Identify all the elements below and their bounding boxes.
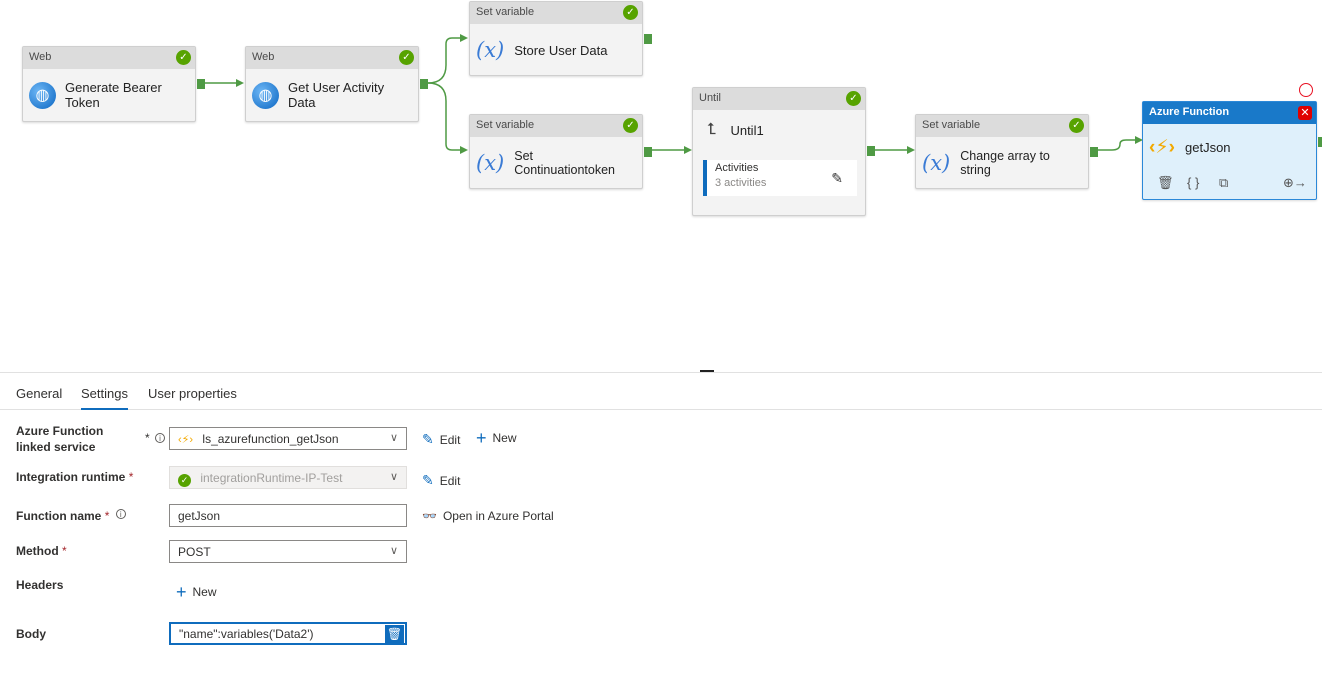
- activity-name: Store User Data: [514, 42, 608, 58]
- integration-runtime-dropdown: ✓ integrationRuntime-IP-Test ∨: [169, 466, 407, 489]
- failure-x-icon: ✕: [1298, 106, 1312, 120]
- success-check-icon: ✓: [846, 91, 861, 106]
- web-globe-icon: ◍: [29, 81, 56, 109]
- method-dropdown[interactable]: POST ∨: [169, 540, 407, 563]
- runtime-status-icon: ✓: [178, 474, 191, 487]
- azure-function-bolt-icon: ‹⚡›: [1149, 136, 1175, 158]
- body-label: Body: [16, 627, 46, 641]
- activities-label: Activities: [715, 162, 759, 174]
- delete-icon[interactable]: 🗑: [1157, 175, 1174, 191]
- linked-service-new-button[interactable]: + New: [476, 428, 517, 449]
- tab-general[interactable]: General: [16, 386, 62, 410]
- loop-icon: ⮤: [707, 121, 717, 138]
- activity-type-label: Set variable: [476, 119, 535, 131]
- activity-name: Get User Activity Data: [288, 80, 385, 110]
- integration-runtime-value: integrationRuntime-IP-Test: [200, 471, 343, 485]
- pipeline-canvas[interactable]: Web ✓ ◍ Generate Bearer Token Web ✓ ◍ Ge…: [0, 0, 1322, 372]
- activities-count: 3 activities: [715, 177, 767, 189]
- plus-icon: +: [476, 428, 487, 448]
- success-check-icon: ✓: [1069, 118, 1084, 133]
- activity-type-label: Web: [252, 51, 275, 63]
- headers-new-button[interactable]: + New: [176, 582, 217, 603]
- linked-service-value: ls_azurefunction_getJson: [202, 432, 339, 446]
- tab-user-properties[interactable]: User properties: [148, 386, 237, 410]
- tab-settings[interactable]: Settings: [81, 386, 128, 410]
- output-port[interactable]: [1318, 137, 1322, 147]
- linked-service-dropdown[interactable]: ‹⚡› ls_azurefunction_getJson ∨: [169, 427, 407, 450]
- output-port[interactable]: [1090, 147, 1098, 157]
- error-indicator-ring: [1299, 83, 1313, 97]
- output-port[interactable]: [644, 147, 652, 157]
- activity-azure-function-getjson[interactable]: Azure Function ✕ ‹⚡› getJson 🗑 { } ⧉ ⊕→: [1142, 101, 1322, 200]
- required-marker: *: [145, 431, 150, 445]
- output-port[interactable]: [197, 79, 205, 89]
- pipeline-connectors: [204, 34, 1143, 154]
- activity-setvar-change-array-to-string[interactable]: Set variable ✓ (𝑥) Change array to strin…: [915, 114, 1098, 189]
- output-port[interactable]: [420, 79, 428, 89]
- function-name-label: Function name * i: [16, 508, 126, 524]
- activity-type-label: Web: [29, 51, 52, 63]
- web-globe-icon: ◍: [252, 81, 279, 109]
- success-check-icon: ✓: [399, 50, 414, 65]
- variable-fx-icon: (𝑥): [476, 38, 505, 62]
- integration-runtime-edit-button[interactable]: ✎ Edit: [422, 472, 460, 489]
- activity-until[interactable]: Until ✓ ⮤ Until1 Activities 3 activities…: [692, 87, 875, 216]
- variable-fx-icon: (𝑥): [476, 151, 505, 175]
- output-port[interactable]: [867, 146, 875, 156]
- method-label: Method *: [16, 544, 67, 558]
- function-name-input[interactable]: getJson: [169, 504, 407, 527]
- copy-icon[interactable]: ⧉: [1219, 175, 1228, 191]
- linked-service-icon: ‹⚡›: [178, 434, 194, 446]
- linked-service-edit-button[interactable]: ✎ Edit: [422, 431, 460, 448]
- until-activities-box[interactable]: Activities 3 activities ✎: [703, 160, 857, 196]
- edit-pencil-icon[interactable]: ✎: [831, 170, 843, 187]
- activity-name: getJson: [1185, 139, 1231, 155]
- edit-pencil-icon: ✎: [422, 431, 434, 447]
- plus-icon: +: [176, 582, 187, 602]
- linked-service-label: Azure Function linked service: [16, 424, 104, 454]
- activity-name: Until1: [730, 122, 764, 138]
- activity-name: Generate Bearer Token: [65, 80, 162, 110]
- panel-divider: [0, 372, 1322, 373]
- activity-type-label: Set variable: [476, 6, 535, 18]
- chevron-down-icon: ∨: [389, 432, 398, 444]
- info-icon[interactable]: i: [115, 509, 126, 519]
- activity-type-label: Set variable: [922, 119, 981, 131]
- code-braces-icon[interactable]: { }: [1187, 175, 1199, 190]
- chevron-down-icon: ∨: [389, 545, 398, 557]
- delete-icon[interactable]: 🗑: [385, 625, 404, 644]
- activity-setvar-set-continuationtoken[interactable]: Set variable ✓ (𝑥) Set Continuationtoken: [469, 114, 652, 189]
- integration-runtime-label: Integration runtime *: [16, 470, 134, 484]
- activity-name: Set Continuationtoken: [514, 149, 616, 177]
- properties-tabs: General Settings User properties: [0, 380, 1322, 410]
- glasses-icon: 👓: [422, 509, 437, 523]
- chevron-down-icon: ∨: [389, 471, 398, 483]
- activity-type-label: Azure Function: [1149, 106, 1230, 118]
- add-output-icon[interactable]: ⊕→: [1283, 175, 1307, 191]
- output-port[interactable]: [644, 34, 652, 44]
- activity-web-generate-bearer-token[interactable]: Web ✓ ◍ Generate Bearer Token: [22, 46, 205, 122]
- edit-pencil-icon: ✎: [422, 472, 434, 488]
- activity-name: Change array to string: [960, 149, 1050, 177]
- activity-web-get-user-activity-data[interactable]: Web ✓ ◍ Get User Activity Data: [245, 46, 428, 122]
- body-input[interactable]: "name":variables('Data2') 🗑: [169, 622, 407, 645]
- headers-label: Headers: [16, 578, 64, 592]
- resize-grip[interactable]: [700, 370, 714, 372]
- success-check-icon: ✓: [176, 50, 191, 65]
- variable-fx-icon: (𝑥): [922, 151, 951, 175]
- info-icon[interactable]: i: [155, 433, 165, 443]
- open-in-azure-portal-button[interactable]: 👓 Open in Azure Portal: [422, 509, 554, 523]
- activity-type-label: Until: [699, 92, 722, 104]
- success-check-icon: ✓: [623, 5, 638, 20]
- activity-setvar-store-user-data[interactable]: Set variable ✓ (𝑥) Store User Data: [469, 1, 652, 76]
- success-check-icon: ✓: [623, 118, 638, 133]
